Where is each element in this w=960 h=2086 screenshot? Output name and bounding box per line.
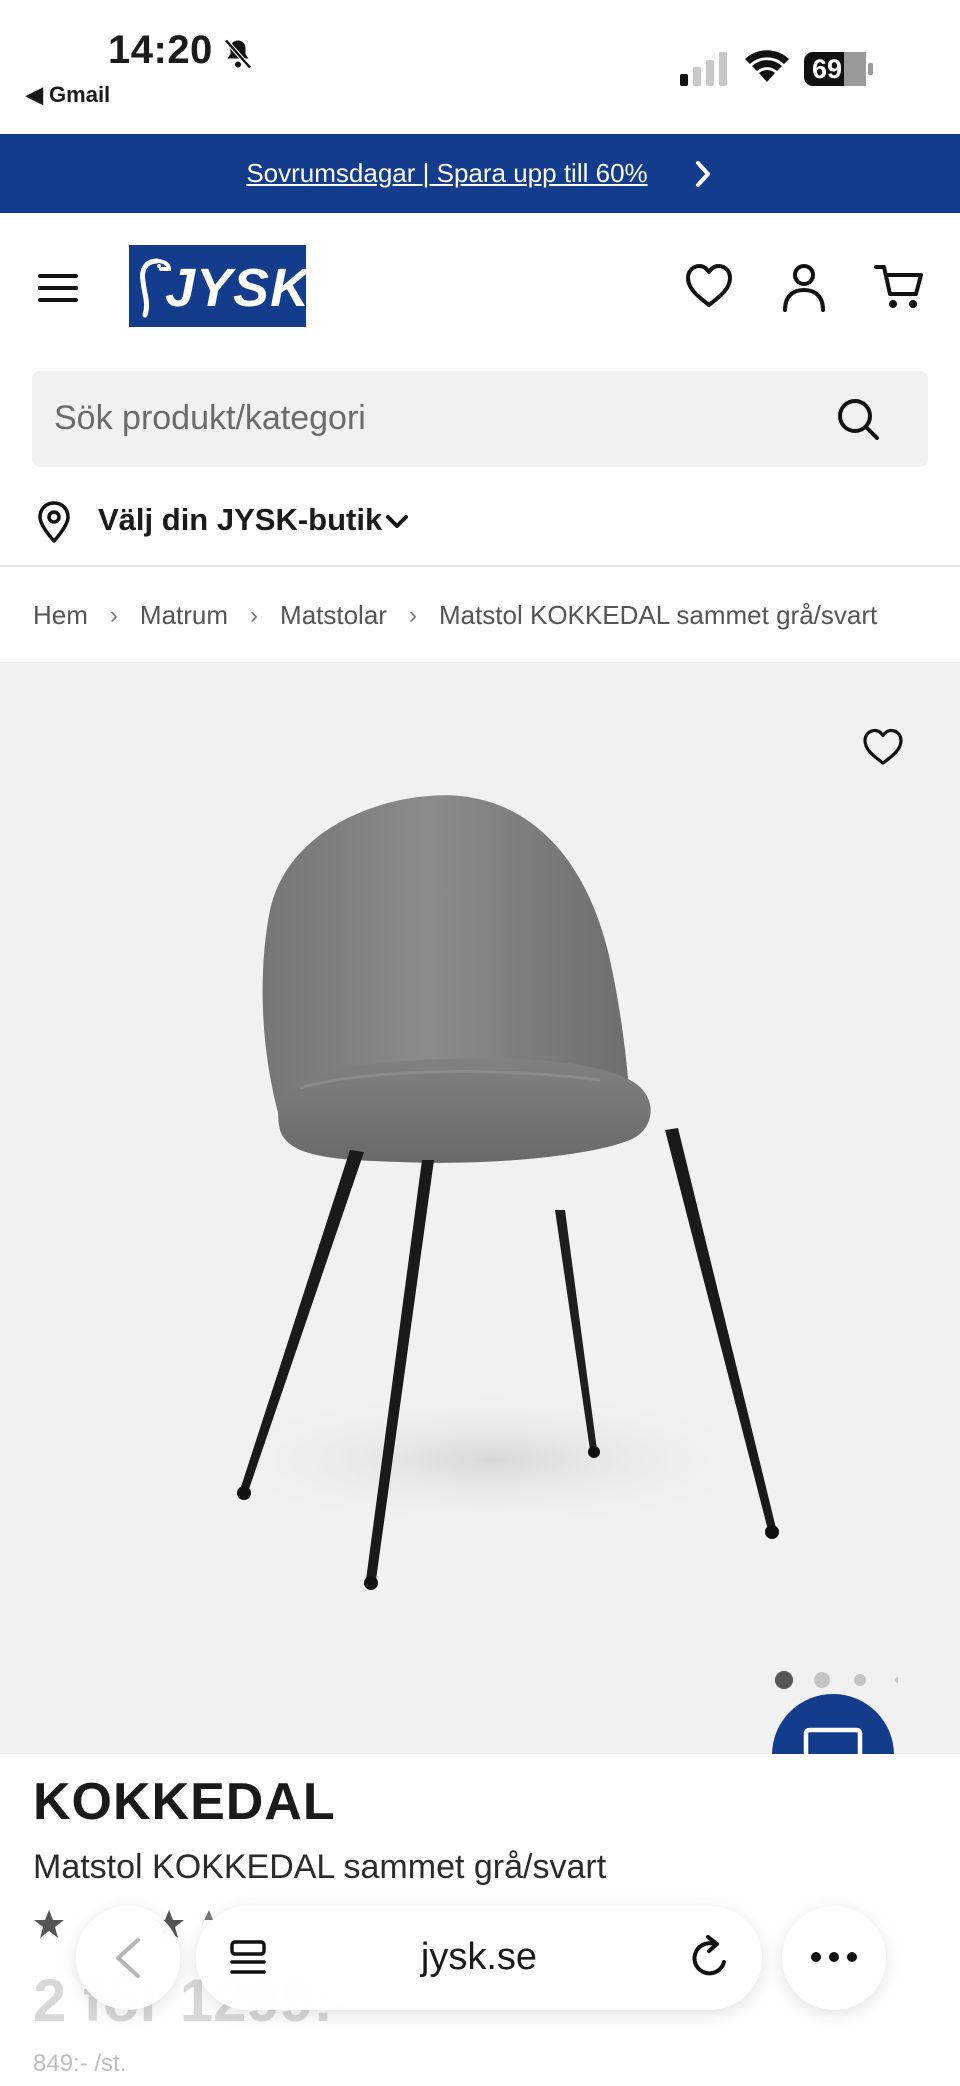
gallery-dot[interactable] (814, 1672, 830, 1688)
gallery-dot[interactable] (775, 1671, 793, 1689)
gallery-dot[interactable] (854, 1674, 866, 1686)
breadcrumb: Hem › Matrum › Matstolar › Matstol KOKKE… (33, 600, 877, 631)
chevron-down-icon[interactable] (384, 510, 410, 534)
promo-link[interactable]: Sovrumsdagar | Spara upp till 60% (0, 158, 894, 189)
hamburger-menu-icon[interactable] (36, 268, 80, 308)
product-brand: KOKKEDAL (33, 1773, 336, 1831)
browser-more-button[interactable] (782, 1906, 886, 2010)
product-image-chair (200, 795, 780, 1590)
chevron-right-icon (696, 161, 710, 187)
battery-level: 69 (812, 54, 843, 84)
browser-address-bar[interactable]: jysk.se (196, 1906, 762, 2010)
breadcrumb-separator-icon: › (250, 601, 259, 629)
jysk-logo[interactable]: JYSK (129, 245, 309, 327)
chevron-left-icon (116, 1938, 140, 1978)
browser-url[interactable]: jysk.se (196, 1936, 762, 1979)
battery-icon: 69 (804, 52, 874, 86)
wifi-icon (745, 50, 789, 82)
location-pin-icon (38, 501, 70, 543)
product-title: Matstol KOKKEDAL sammet grå/svart (33, 1848, 607, 1886)
breadcrumb-item-matstolar[interactable]: Matstolar (280, 600, 387, 631)
product-unit-price: 849:- /st. (33, 2050, 127, 2077)
reload-icon[interactable] (688, 1934, 732, 1982)
heart-wishlist-icon[interactable] (684, 262, 734, 310)
breadcrumb-separator-icon: › (408, 601, 417, 629)
shopping-cart-icon[interactable] (874, 262, 924, 312)
bell-muted-icon (224, 39, 252, 69)
cellular-signal-icon (680, 52, 727, 86)
browser-back-button[interactable] (76, 1906, 180, 2010)
search-bar[interactable]: Sök produkt/kategori (32, 371, 928, 467)
search-input[interactable]: Sök produkt/kategori (54, 399, 366, 438)
search-icon[interactable] (834, 395, 882, 443)
breadcrumb-item-hem[interactable]: Hem (33, 600, 88, 631)
user-account-icon[interactable] (782, 262, 826, 314)
add-to-favorites-heart-icon[interactable] (862, 727, 904, 767)
breadcrumb-separator-icon: › (109, 601, 118, 629)
logo-wordmark: JYSK (165, 258, 311, 318)
status-bar: 14:20 ◀ Gmail 69 (0, 0, 960, 134)
back-to-app-link[interactable]: ◀ Gmail (26, 82, 110, 108)
more-dots-icon (811, 1952, 857, 1962)
status-time: 14:20 (108, 28, 213, 72)
gallery-dot[interactable] (895, 1677, 901, 1683)
breadcrumb-item-matrum[interactable]: Matrum (140, 600, 228, 631)
store-picker-button[interactable]: Välj din JYSK-butik (98, 502, 382, 538)
breadcrumb-item-current: Matstol KOKKEDAL sammet grå/svart (438, 600, 878, 630)
promo-banner[interactable]: Sovrumsdagar | Spara upp till 60% (0, 134, 960, 213)
gallery-pagination-dots[interactable] (774, 1670, 901, 1690)
header-divider (0, 565, 960, 567)
